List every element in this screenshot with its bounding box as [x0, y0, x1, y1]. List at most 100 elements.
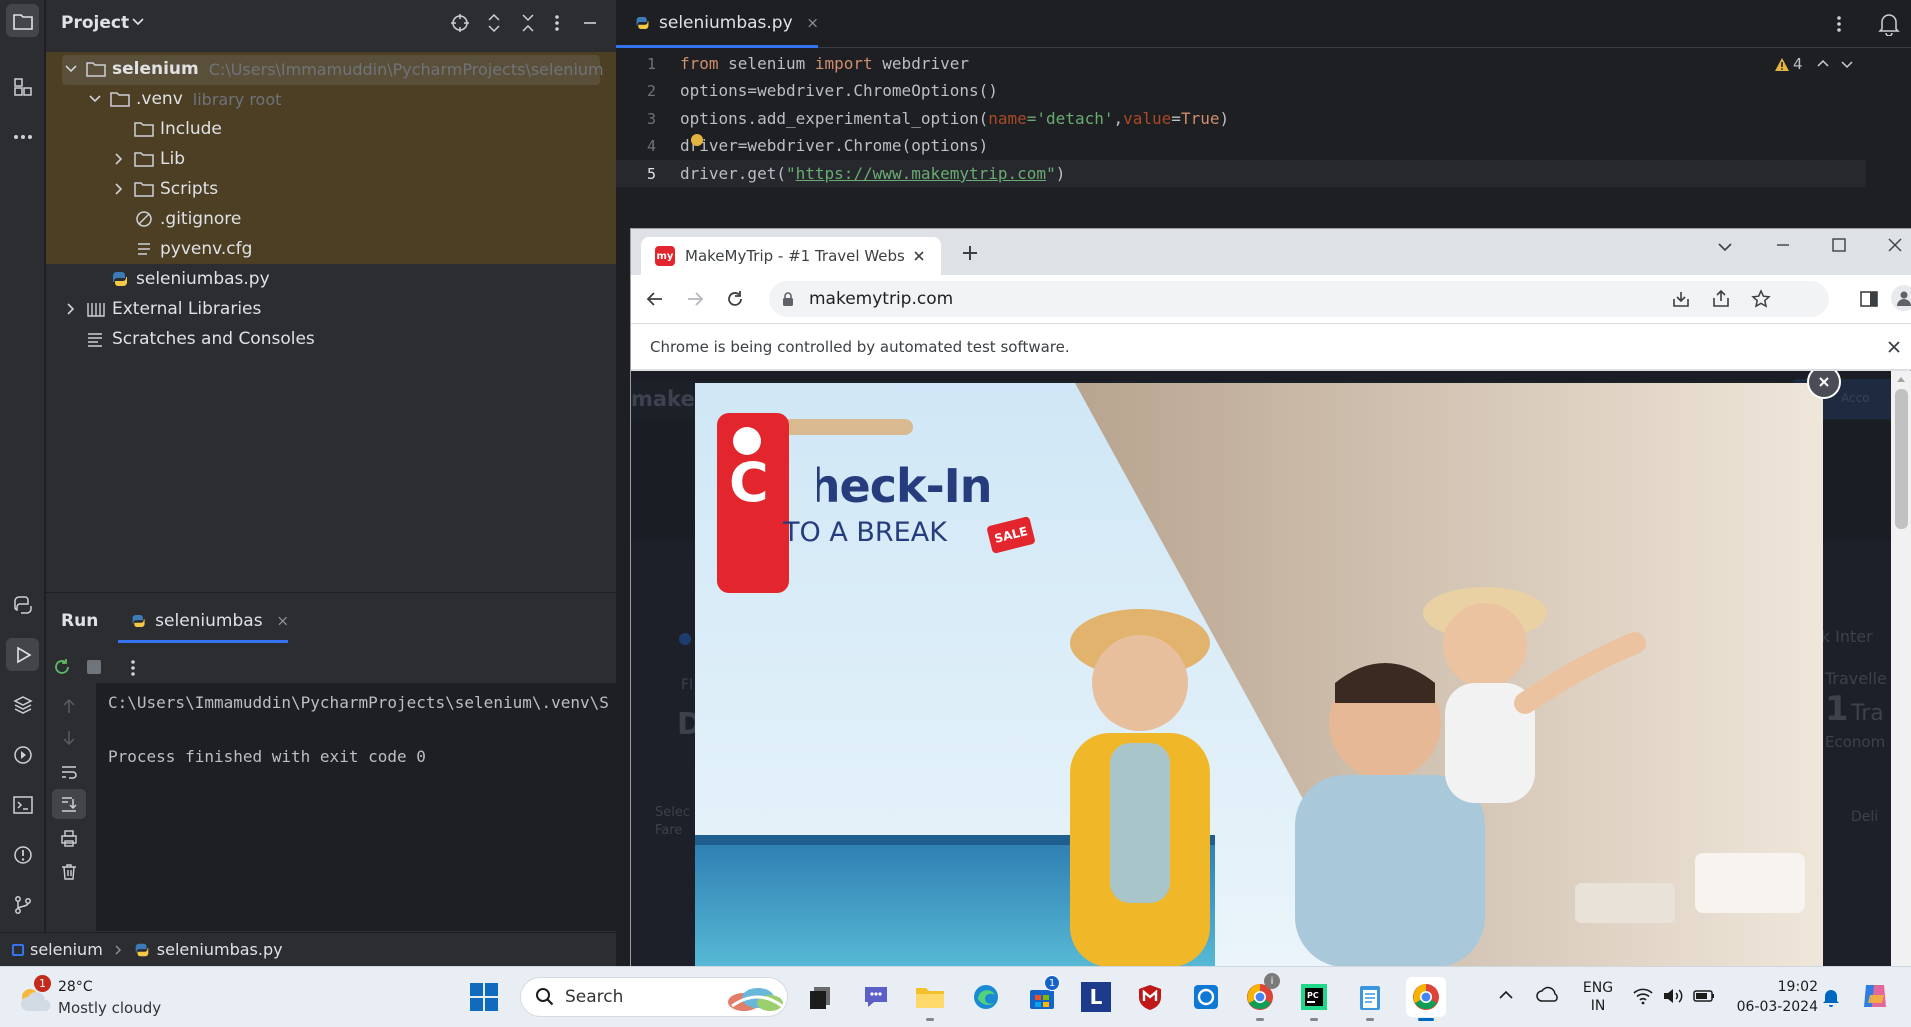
git-icon[interactable]: [6, 888, 39, 921]
mcafee-icon[interactable]: [1130, 977, 1170, 1017]
clock[interactable]: 19:02 06-03-2024: [1726, 977, 1818, 1017]
code-url-link[interactable]: https://www.makemytrip.com: [796, 164, 1046, 183]
code-line[interactable]: 3 options.add_experimental_option(name='…: [616, 105, 1866, 132]
run-console[interactable]: C:\Users\Immamuddin\PycharmProjects\sele…: [96, 683, 630, 931]
trash-icon[interactable]: [60, 863, 78, 881]
install-app-icon[interactable]: [1671, 289, 1691, 309]
intention-bulb-icon[interactable]: [691, 134, 703, 146]
run-tab-seleniumbas[interactable]: seleniumbas: [118, 601, 288, 643]
problems-icon[interactable]: [6, 838, 39, 871]
window-minimize-icon[interactable]: [1775, 237, 1791, 253]
tree-item-include[interactable]: Include: [46, 114, 616, 144]
share-icon[interactable]: [1711, 289, 1731, 309]
code-line[interactable]: 1 from selenium import webdriver: [616, 50, 1866, 77]
scroll-to-end-icon[interactable]: [52, 789, 86, 819]
tree-item-selenium[interactable]: selenium C:\Users\Immamuddin\PycharmProj…: [46, 54, 616, 84]
scroll-up-arrow-icon[interactable]: [1896, 375, 1906, 383]
window-maximize-icon[interactable]: [1831, 237, 1847, 253]
chrome-taskbar-active-icon[interactable]: [1406, 977, 1446, 1021]
address-bar[interactable]: makemytrip.com: [769, 281, 1829, 317]
tab-search-chevron-icon[interactable]: [1717, 241, 1733, 253]
taskbar-search-box[interactable]: Search: [520, 977, 788, 1017]
teams-chat-icon[interactable]: [856, 977, 896, 1017]
collapse-all-icon[interactable]: [520, 13, 536, 33]
terminal-icon[interactable]: [6, 788, 39, 821]
page-scrollbar[interactable]: [1891, 371, 1911, 967]
chevron-right-icon[interactable]: [112, 182, 126, 196]
tree-item-scripts[interactable]: Scripts: [46, 174, 616, 204]
window-close-icon[interactable]: [1887, 237, 1903, 253]
python-console-icon[interactable]: [6, 588, 39, 621]
start-button[interactable]: [464, 977, 504, 1017]
file-explorer-icon[interactable]: [910, 977, 950, 1021]
soft-wrap-icon[interactable]: [60, 763, 78, 781]
breadcrumb-file[interactable]: seleniumbas.py: [157, 940, 283, 959]
forward-arrow-icon[interactable]: [685, 289, 705, 309]
scroll-down-icon[interactable]: [62, 729, 76, 747]
options-menu-icon[interactable]: [554, 13, 560, 33]
show-hidden-icons-chevron-icon[interactable]: [1498, 989, 1514, 1001]
rerun-icon[interactable]: [52, 657, 72, 677]
breadcrumb-project[interactable]: selenium: [30, 940, 103, 959]
volume-icon[interactable]: [1662, 987, 1684, 1005]
microsoft-store-icon[interactable]: 1: [1022, 975, 1062, 1017]
chevron-down-icon[interactable]: [88, 92, 102, 106]
bookmark-star-icon[interactable]: [1751, 289, 1771, 309]
scrollbar-thumb[interactable]: [1895, 389, 1908, 529]
chrome-taskbar-icon[interactable]: i: [1240, 973, 1280, 1021]
copilot-icon[interactable]: [1860, 981, 1890, 1011]
more-tools-icon[interactable]: [6, 120, 39, 153]
code-line-current[interactable]: 5 driver.get("https://www.makemytrip.com…: [616, 160, 1866, 187]
language-indicator[interactable]: ENG IN: [1578, 979, 1618, 1019]
close-icon[interactable]: [807, 17, 818, 29]
blue-app-icon[interactable]: [1186, 977, 1226, 1017]
new-tab-plus-icon[interactable]: [961, 244, 979, 262]
back-arrow-icon[interactable]: [645, 289, 665, 309]
tree-item-pyvenv[interactable]: pyvenv.cfg: [46, 234, 616, 264]
close-infobar-icon[interactable]: [1887, 340, 1901, 354]
launcher-l-app-icon[interactable]: L: [1076, 977, 1116, 1017]
code-line[interactable]: 2 options=webdriver.ChromeOptions(): [616, 77, 1866, 104]
tree-item-venv[interactable]: .venv library root: [46, 84, 616, 114]
editor-tab-seleniumbas[interactable]: seleniumbas.py: [616, 0, 818, 48]
stop-icon[interactable]: [86, 659, 102, 675]
structure-icon[interactable]: [6, 70, 39, 103]
promo-modal[interactable]: C Check-In TO A BREAK SALE: [695, 383, 1823, 967]
expand-all-icon[interactable]: [486, 13, 502, 33]
wifi-icon[interactable]: [1632, 987, 1654, 1005]
chevron-down-icon[interactable]: [132, 17, 144, 27]
editor-tab-options-icon[interactable]: [1836, 14, 1842, 34]
profile-avatar-icon[interactable]: [1891, 285, 1911, 311]
code-line[interactable]: 4 driver=webdriver.Chrome(options): [616, 132, 1866, 159]
lock-icon[interactable]: [781, 291, 795, 307]
tree-item-lib[interactable]: Lib: [46, 144, 616, 174]
chevron-right-icon[interactable]: [64, 302, 78, 316]
services-icon[interactable]: [6, 738, 39, 771]
project-panel-title[interactable]: Project: [61, 13, 129, 33]
scroll-up-icon[interactable]: [62, 697, 76, 715]
tree-item-gitignore[interactable]: .gitignore: [46, 204, 616, 234]
run-options-icon[interactable]: [130, 659, 136, 677]
browser-tab[interactable]: my MakeMyTrip - #1 Travel Website: [641, 237, 941, 275]
print-icon[interactable]: [60, 829, 78, 847]
reload-icon[interactable]: [725, 289, 745, 309]
run-icon[interactable]: [6, 638, 39, 671]
notepad-taskbar-icon[interactable]: [1350, 977, 1390, 1021]
edge-browser-icon[interactable]: [966, 977, 1006, 1017]
notifications-bell-icon[interactable]: [1878, 12, 1900, 36]
task-view-icon[interactable]: [800, 977, 840, 1017]
project-folder-icon[interactable]: [6, 4, 39, 37]
battery-icon[interactable]: [1692, 987, 1716, 1005]
side-panel-icon[interactable]: [1859, 289, 1879, 309]
weather-widget[interactable]: 1 28°C Mostly cloudy: [14, 975, 194, 1019]
tree-item-external-libraries[interactable]: External Libraries: [46, 294, 616, 324]
locate-icon[interactable]: [450, 13, 470, 33]
chevron-down-icon[interactable]: [64, 62, 78, 76]
layers-icon[interactable]: [6, 688, 39, 721]
onedrive-cloud-icon[interactable]: [1536, 985, 1560, 1005]
chevron-right-icon[interactable]: [112, 152, 126, 166]
pycharm-taskbar-icon[interactable]: PC: [1294, 977, 1334, 1021]
notification-bell-icon[interactable]: [1822, 987, 1840, 1007]
close-tab-icon[interactable]: [913, 250, 925, 262]
tree-item-scratches[interactable]: Scratches and Consoles: [46, 324, 616, 354]
